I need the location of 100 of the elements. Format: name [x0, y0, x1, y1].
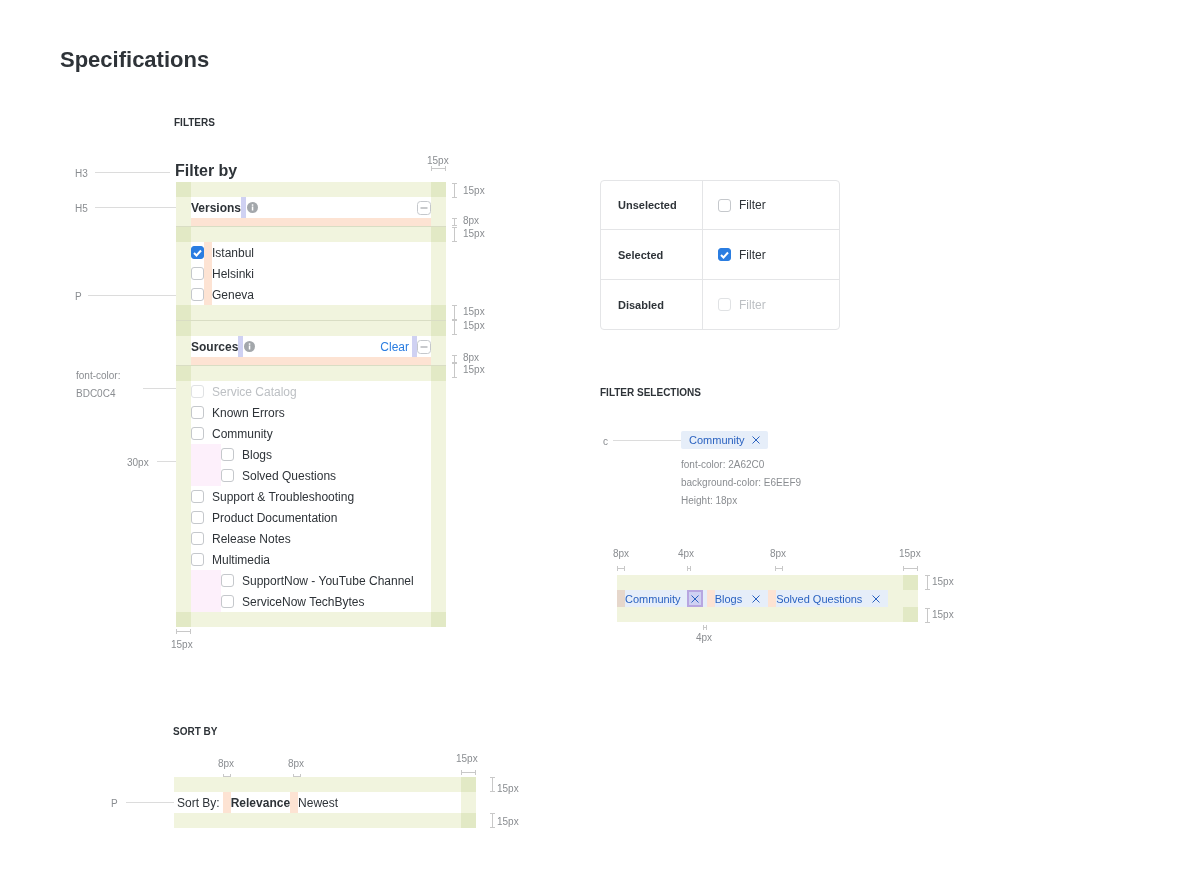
section-label: FILTERS: [174, 117, 215, 128]
info-icon[interactable]: [247, 202, 259, 213]
dimension-label: 8px: [770, 547, 787, 561]
close-icon[interactable]: [872, 594, 881, 603]
checkbox[interactable]: [191, 246, 204, 259]
indent-marker: [191, 444, 221, 486]
checkbox[interactable]: [191, 406, 204, 419]
dimension-bracket-icon: [687, 566, 691, 571]
checkbox[interactable]: [221, 574, 234, 587]
dimension-label: 8px: [463, 214, 480, 228]
filter-option[interactable]: Filter: [739, 247, 766, 262]
filter-chip[interactable]: Community: [681, 431, 768, 449]
spacing-marker: [290, 792, 299, 813]
checkbox[interactable]: [191, 553, 204, 566]
dimension-label: 15px: [463, 305, 485, 319]
checkbox[interactable]: [718, 248, 731, 261]
dimension-bracket-icon: [903, 566, 918, 571]
dimension-label: 15px: [932, 575, 954, 589]
filter-option[interactable]: Solved Questions: [242, 468, 337, 483]
dimension-label: 15px: [497, 782, 519, 796]
checkbox[interactable]: [191, 532, 204, 545]
filter-option[interactable]: Community: [212, 426, 273, 441]
filter-option[interactable]: Product Documentation: [212, 510, 338, 525]
filter-chip[interactable]: Blogs: [714, 590, 769, 607]
filter-chip[interactable]: Solved Questions: [776, 590, 889, 607]
annotation-label: 30px: [127, 456, 149, 470]
filter-chip[interactable]: Community: [625, 590, 707, 607]
close-icon[interactable]: [751, 436, 760, 444]
dimension-label: 15px: [463, 363, 485, 377]
indent-marker: [191, 570, 221, 612]
collapse-icon[interactable]: [417, 200, 431, 215]
filter-option[interactable]: Filter: [739, 198, 766, 212]
dimension-label: 8px: [218, 757, 235, 771]
filter-option[interactable]: Known Errors: [212, 405, 285, 420]
dimension-label: 15px: [932, 608, 954, 622]
spacing-marker: [617, 590, 625, 607]
dimension-bracket-icon: [490, 777, 495, 792]
leader-line: [613, 440, 681, 441]
filter-option[interactable]: Blogs: [242, 447, 273, 462]
checkbox[interactable]: [718, 198, 731, 212]
state-label: Unselected: [601, 181, 703, 229]
dimension-bracket-icon: [617, 566, 625, 571]
dimension-bracket-icon: [703, 625, 707, 630]
dimension-label: 8px: [463, 351, 480, 365]
state-label: Selected: [601, 230, 703, 279]
info-icon[interactable]: [244, 341, 256, 352]
annotation-label: H3: [75, 167, 88, 181]
filter-option[interactable]: Istanbul: [212, 245, 255, 260]
checkbox[interactable]: [191, 427, 204, 440]
dimension-label: 15px: [463, 184, 485, 198]
dimension-label: 15px: [899, 547, 921, 561]
filter-option[interactable]: Multimedia: [212, 552, 271, 567]
dimension-bracket-icon: [775, 566, 783, 571]
checkbox[interactable]: [191, 511, 204, 524]
dimension-label: 15px: [497, 815, 519, 829]
dimension-label: 8px: [613, 547, 630, 561]
section-label: FILTER SELECTIONS: [600, 387, 701, 398]
dimension-bracket-icon: [431, 166, 446, 171]
page-title: Specifications: [60, 47, 210, 73]
spec-note: Height: 18px: [681, 494, 739, 508]
spec-note: background-color: E6EEF9: [681, 476, 802, 490]
sort-option[interactable]: Relevance: [230, 792, 291, 813]
dimension-label: 8px: [288, 757, 305, 771]
leader-line: [126, 802, 174, 803]
annotation-label: H5: [75, 202, 88, 216]
filter-option[interactable]: Geneva: [212, 287, 255, 302]
state-label: Disabled: [601, 280, 703, 329]
group-title: Versions: [191, 200, 242, 215]
sort-label: Sort By:: [176, 794, 221, 812]
dimension-label: 15px: [463, 319, 485, 333]
dimension-label: 15px: [427, 154, 449, 168]
filter-option[interactable]: SupportNow - YouTube Channel: [242, 573, 414, 588]
checkbox[interactable]: [221, 595, 234, 608]
collapse-icon[interactable]: [417, 339, 431, 354]
spacing-marker: [706, 590, 715, 607]
filter-option[interactable]: Support & Troubleshooting: [212, 489, 355, 504]
dimension-label: 15px: [171, 638, 193, 652]
annotation-label: P: [75, 290, 82, 304]
annotation-label: P: [111, 797, 118, 811]
dimension-bracket-icon: [925, 575, 930, 590]
spacing-marker: [768, 590, 777, 607]
checkbox[interactable]: [191, 267, 204, 280]
filter-option[interactable]: Helsinki: [212, 266, 254, 281]
sort-option[interactable]: Newest: [298, 792, 339, 813]
section-label: SORT BY: [173, 726, 218, 737]
filter-option[interactable]: Release Notes: [212, 531, 291, 546]
annotation-label: font-color: BDC0C4: [76, 369, 122, 401]
checkbox[interactable]: [191, 288, 204, 301]
dimension-bracket-icon: [461, 770, 476, 775]
dimension-bracket-icon: [176, 629, 191, 634]
close-icon[interactable]: [752, 594, 761, 603]
spec-note: font-color: 2A62C0: [681, 458, 766, 472]
checkbox[interactable]: [221, 448, 234, 461]
dimension-label: 15px: [456, 752, 478, 766]
filter-option[interactable]: ServiceNow TechBytes: [242, 594, 365, 609]
close-icon[interactable]: [690, 594, 699, 603]
checkbox[interactable]: [191, 490, 204, 503]
clear-link[interactable]: Clear: [380, 339, 409, 354]
checkbox[interactable]: [221, 469, 234, 482]
filter-title: Filter by: [175, 162, 238, 180]
